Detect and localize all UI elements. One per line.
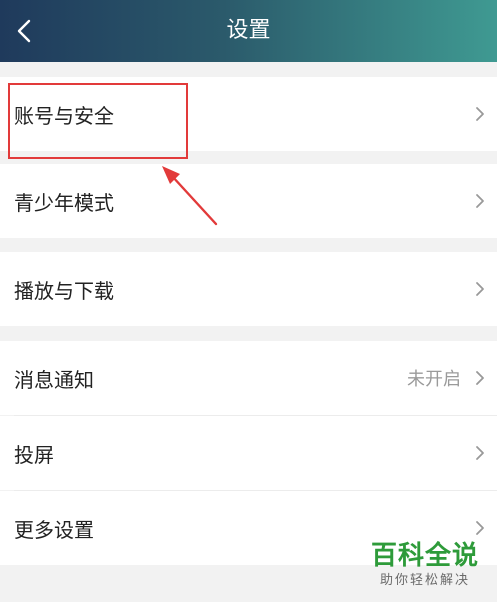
chevron-right-icon <box>473 443 487 463</box>
settings-item-youth-mode[interactable]: 青少年模式 <box>0 164 497 238</box>
watermark-logo: 百科全说 助你轻松解决 <box>365 540 485 590</box>
chevron-right-icon <box>473 191 487 211</box>
page-title: 设置 <box>226 18 271 43</box>
notifications-status: 未开启 <box>407 369 461 390</box>
playback-download-label: 播放与下载 <box>14 278 114 303</box>
youth-mode-label: 青少年模式 <box>14 190 114 215</box>
top-navigation-bar: 设置 <box>0 0 497 62</box>
chevron-right-icon <box>473 104 487 124</box>
settings-item-playback-download[interactable]: 播放与下载 <box>0 252 497 326</box>
screen-cast-label: 投屏 <box>14 442 54 467</box>
chevron-right-icon <box>473 368 487 388</box>
chevron-right-icon <box>473 279 487 299</box>
more-settings-label: 更多设置 <box>14 517 94 542</box>
highlight-box-annotation <box>8 83 188 159</box>
settings-item-screen-cast[interactable]: 投屏 <box>0 416 497 490</box>
watermark-title: 百科全说 <box>370 541 479 571</box>
red-arrow-annotation <box>162 166 218 226</box>
settings-item-notifications[interactable]: 消息通知 未开启 <box>0 341 497 415</box>
notifications-label: 消息通知 <box>14 367 94 392</box>
chevron-right-icon <box>473 518 487 538</box>
watermark-subtitle: 助你轻松解决 <box>379 573 470 588</box>
